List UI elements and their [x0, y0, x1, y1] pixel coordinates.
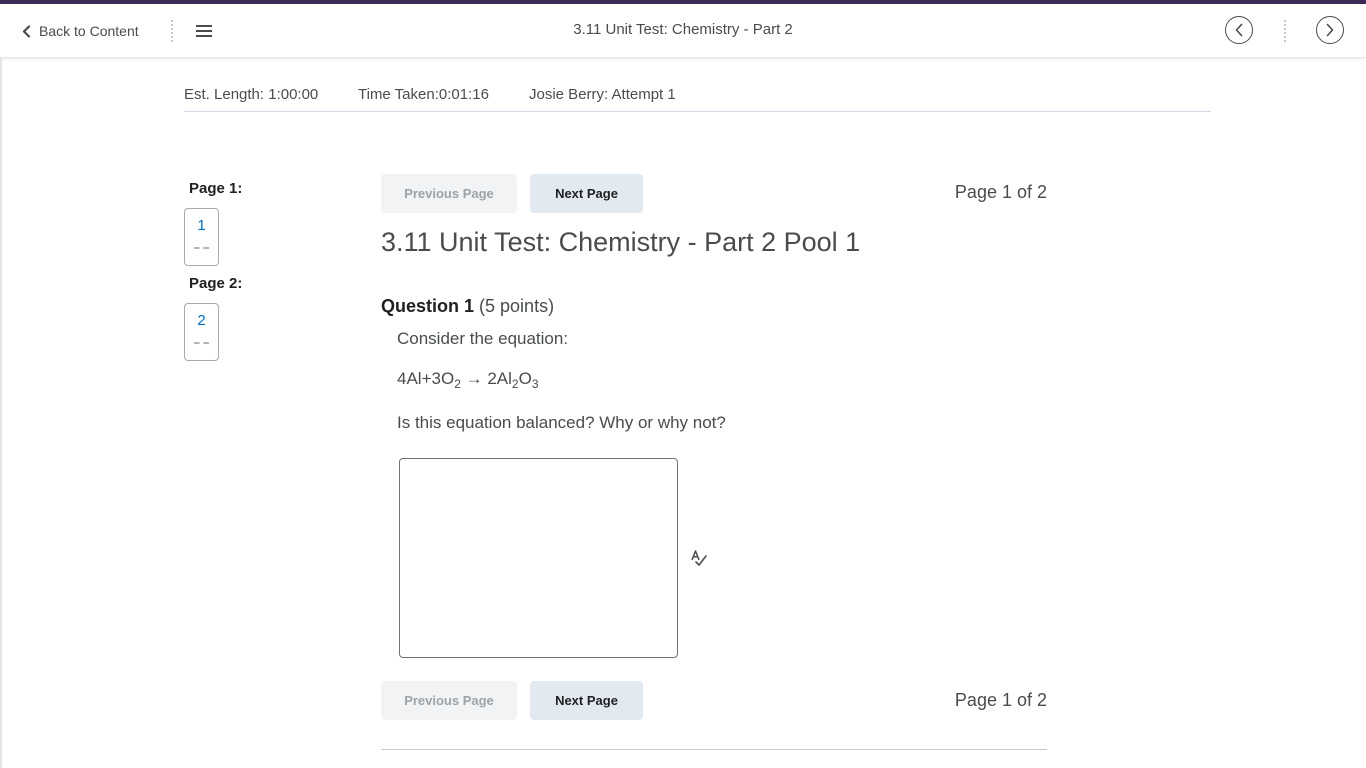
quiz-info-bar: Est. Length: 1:00:00 Time Taken:0:01:16 …	[184, 85, 1211, 112]
page-count-bottom: Page 1 of 2	[954, 690, 1047, 710]
back-to-content-link[interactable]: Back to Content	[22, 21, 139, 41]
previous-topic-button[interactable]	[1225, 16, 1253, 44]
question-label: Question 1	[381, 296, 475, 316]
content-divider	[381, 749, 1047, 750]
previous-page-button-bottom[interactable]: Previous Page	[381, 681, 517, 720]
chevron-left-icon	[22, 24, 31, 38]
pool-title: 3.11 Unit Test: Chemistry - Part 2 Pool …	[381, 227, 861, 257]
navbar-divider	[170, 20, 174, 42]
unanswered-indicator	[194, 342, 209, 344]
page-2-label: Page 2:	[189, 275, 243, 292]
next-page-button-bottom[interactable]: Next Page	[530, 681, 643, 720]
back-to-content-label: Back to Content	[39, 23, 139, 39]
attempt-info: Josie Berry: Attempt 1	[529, 86, 676, 103]
question-text: Is this equation balanced? Why or why no…	[397, 413, 726, 432]
answer-textarea[interactable]	[399, 458, 678, 658]
menu-icon[interactable]	[194, 22, 214, 40]
top-navbar: Back to Content 3.11 Unit Test: Chemistr…	[0, 4, 1366, 58]
previous-page-button-top[interactable]: Previous Page	[381, 174, 517, 213]
circle-arrow-left-icon	[1235, 23, 1243, 37]
course-title: 3.11 Unit Test: Chemistry - Part 2	[573, 21, 793, 38]
page-1-question-link[interactable]: 1	[184, 208, 219, 266]
next-topic-button[interactable]	[1316, 16, 1344, 44]
chemical-equation: 4Al+3O2 → 2Al2O3	[397, 369, 539, 391]
spellcheck-icon[interactable]	[689, 548, 709, 568]
left-border	[0, 58, 2, 768]
page-2-question-link[interactable]: 2	[184, 303, 219, 361]
navbar-divider-right	[1283, 20, 1287, 42]
unanswered-indicator	[194, 247, 209, 249]
est-length: Est. Length: 1:00:00	[184, 86, 319, 103]
question-prompt: Consider the equation:	[397, 329, 569, 348]
page-count-top: Page 1 of 2	[954, 182, 1047, 202]
circle-arrow-right-icon	[1326, 23, 1334, 37]
page-1-label: Page 1:	[189, 180, 243, 197]
question-header: Question 1 (5 points)	[381, 296, 554, 317]
question-number: 1	[197, 217, 206, 234]
question-points: (5 points)	[479, 296, 555, 316]
question-number: 2	[197, 312, 206, 329]
time-taken: Time Taken:0:01:16	[358, 86, 489, 103]
next-page-button-top[interactable]: Next Page	[530, 174, 643, 213]
